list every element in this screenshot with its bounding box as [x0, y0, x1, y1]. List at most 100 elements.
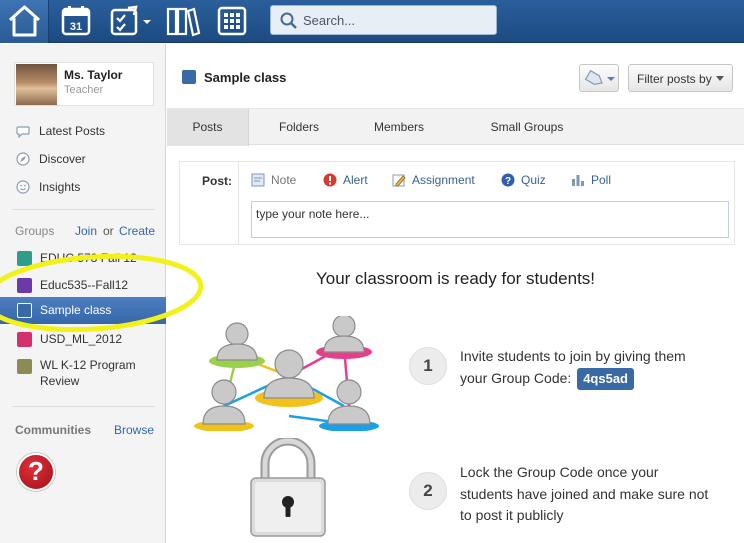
apps-grid-icon	[217, 6, 247, 36]
sidebar-item-label: Discover	[39, 152, 86, 166]
sidebar-item-group-wl-k12[interactable]: WL K-12 Program Review	[0, 355, 166, 391]
divider	[238, 162, 239, 244]
step-1-line: Invite students to join by giving them	[460, 348, 686, 364]
smiley-icon	[15, 180, 31, 194]
post-composer: Post: Note Alert Assignment ? Quiz Poll …	[179, 161, 735, 245]
step-2-badge: 2	[409, 472, 447, 510]
profile-name: Ms. Taylor	[64, 68, 123, 82]
svg-text:?: ?	[505, 176, 511, 187]
sidebar-item-label: Latest Posts	[39, 124, 106, 138]
post-type-assignment[interactable]: Assignment	[392, 173, 475, 187]
post-label: Post:	[202, 174, 232, 188]
post-type-quiz[interactable]: ? Quiz	[501, 173, 546, 187]
avatar	[16, 64, 57, 105]
group-label: EDUC 578 Fall 12	[40, 251, 137, 265]
library-books-icon	[166, 7, 201, 37]
compass-icon	[15, 152, 31, 166]
top-navigation-bar: 31 Search...	[0, 0, 744, 43]
step-2-line: Lock the Group Code once your	[460, 464, 659, 480]
browse-communities-link[interactable]: Browse	[114, 423, 154, 437]
search-input[interactable]: Search...	[270, 5, 497, 35]
sidebar-item-group-usd-ml[interactable]: USD_ML_2012	[0, 328, 166, 350]
home-button[interactable]	[0, 0, 49, 43]
tab-posts[interactable]: Posts	[167, 109, 249, 146]
post-type-label: Note	[271, 173, 297, 187]
note-placeholder: type your note here...	[256, 207, 370, 221]
post-type-label: Alert	[343, 173, 368, 187]
calendar-icon: 31	[61, 6, 91, 36]
ready-heading: Your classroom is ready for students!	[315, 269, 596, 288]
speech-bubble-icon	[15, 125, 31, 138]
step-1-line: your Group Code:	[460, 369, 572, 386]
page-title: Sample class	[204, 70, 287, 85]
join-group-link[interactable]: Join	[75, 224, 97, 238]
tag-icon	[584, 69, 615, 85]
help-button[interactable]: ?	[17, 453, 55, 491]
step-2-line: to post it publicly	[460, 507, 564, 523]
group-color-swatch	[17, 303, 32, 318]
sidebar-item-latest-posts[interactable]: Latest Posts	[15, 121, 105, 141]
home-icon	[8, 5, 41, 37]
alert-icon	[323, 173, 337, 187]
filter-posts-dropdown[interactable]: Filter posts by	[628, 64, 733, 92]
assignments-menu-button[interactable]	[108, 5, 156, 37]
class-tabs: Posts Folders Members Small Groups	[167, 108, 744, 146]
poll-bars-icon	[571, 173, 585, 187]
group-label: WL K-12 Program Review	[40, 358, 136, 388]
quiz-question-icon: ?	[501, 173, 515, 187]
group-label: USD_ML_2012	[40, 332, 123, 346]
communities-heading: Communities	[15, 423, 92, 437]
group-code-badge: 4qs5ad	[577, 367, 634, 390]
sidebar-item-group-sample-class[interactable]: Sample class	[0, 297, 166, 324]
post-type-alert[interactable]: Alert	[323, 173, 368, 187]
class-color-swatch	[182, 70, 196, 84]
sidebar-item-discover[interactable]: Discover	[15, 149, 86, 169]
main-content: Sample class Filter posts by Posts Folde…	[167, 44, 744, 543]
step-2-line: students have joined and make sure not	[460, 485, 709, 502]
step-2-text: Lock the Group Code once your students h…	[460, 462, 708, 527]
sidebar-item-group-educ535[interactable]: Educ535--Fall12	[0, 274, 166, 296]
profile-card[interactable]: Ms. Taylor Teacher	[14, 62, 154, 106]
or-text: or	[103, 224, 114, 238]
post-type-label: Poll	[591, 173, 612, 187]
profile-role: Teacher	[64, 84, 104, 96]
checklist-icon	[110, 5, 151, 36]
sidebar-item-group-educ578[interactable]: EDUC 578 Fall 12	[0, 247, 166, 269]
svg-text:31: 31	[70, 21, 82, 33]
library-button[interactable]	[165, 5, 201, 37]
filter-posts-label: Filter posts by	[637, 72, 712, 86]
post-type-poll[interactable]: Poll	[571, 173, 611, 187]
tab-folders[interactable]: Folders	[249, 109, 349, 146]
note-icon	[251, 173, 265, 187]
search-placeholder: Search...	[303, 13, 356, 28]
groups-heading: Groups	[15, 224, 55, 238]
assignment-pencil-icon	[392, 173, 406, 187]
search-icon	[280, 12, 297, 29]
group-color-swatch	[17, 359, 32, 374]
tab-members[interactable]: Members	[349, 109, 449, 146]
apps-button[interactable]	[216, 5, 248, 37]
post-type-note[interactable]: Note	[251, 173, 296, 187]
create-group-link[interactable]: Create	[119, 224, 155, 238]
students-network-illustration	[194, 316, 379, 431]
tag-filter-button[interactable]	[579, 64, 619, 92]
step-1-text: Invite students to join by giving them y…	[460, 346, 686, 390]
group-color-swatch	[17, 278, 32, 293]
tab-small-groups[interactable]: Small Groups	[467, 109, 587, 146]
group-label: Educ535--Fall12	[40, 278, 129, 292]
group-color-swatch	[17, 332, 32, 347]
note-text-field[interactable]: type your note here...	[251, 201, 729, 238]
group-color-swatch	[17, 251, 32, 266]
post-type-label: Quiz	[521, 173, 546, 187]
sidebar-item-insights[interactable]: Insights	[15, 177, 80, 197]
question-mark-icon: ?	[28, 456, 44, 486]
divider	[12, 209, 155, 210]
post-type-label: Assignment	[412, 173, 475, 187]
calendar-button[interactable]: 31	[60, 5, 94, 37]
padlock-icon	[250, 438, 326, 537]
chevron-down-icon	[716, 76, 724, 81]
sidebar: Ms. Taylor Teacher Latest Posts Discover…	[0, 44, 166, 543]
sidebar-item-label: Insights	[39, 180, 81, 194]
step-1-badge: 1	[409, 347, 447, 385]
group-label: Sample class	[40, 303, 112, 317]
